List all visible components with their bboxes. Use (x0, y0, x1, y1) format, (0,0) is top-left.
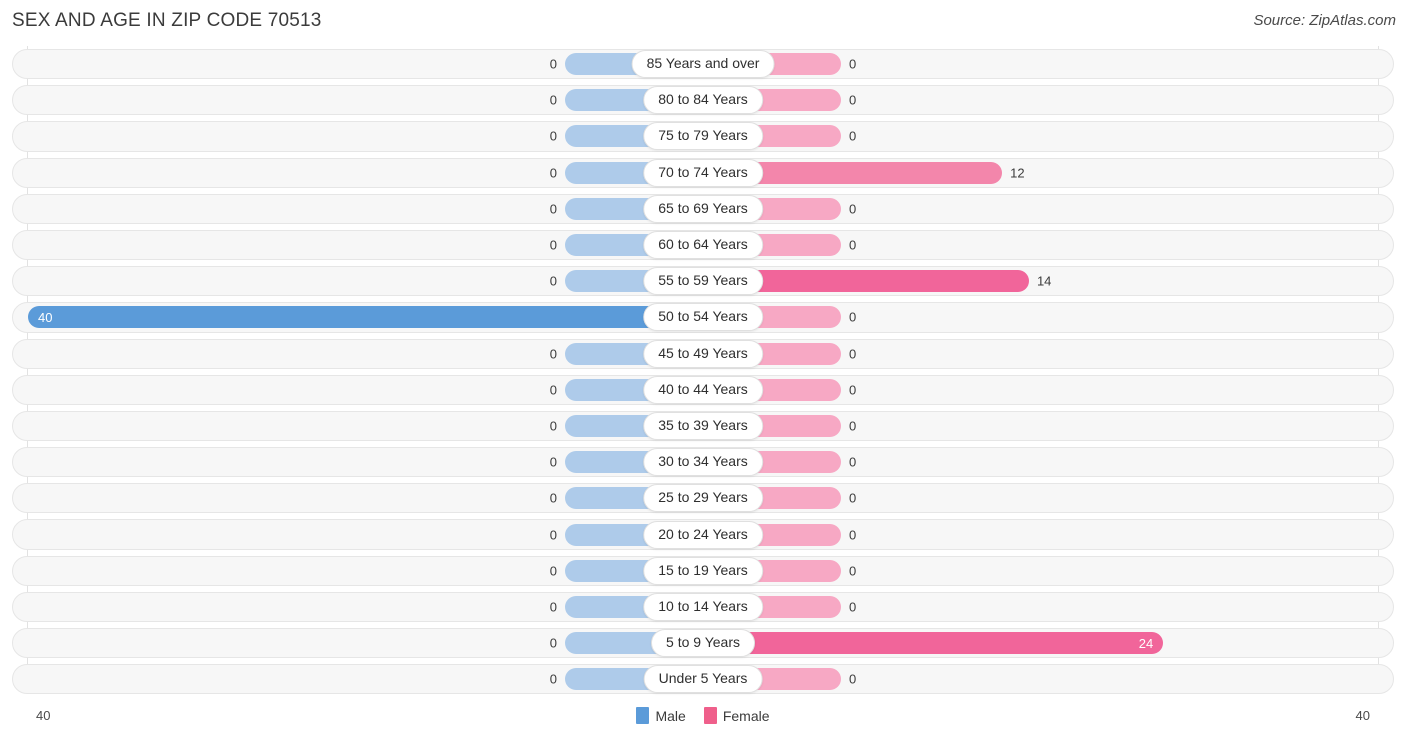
age-group-row: 0 0 85 Years and over (0, 46, 1406, 82)
male-value-label: 0 (549, 418, 557, 434)
legend-label: Female (722, 707, 770, 724)
age-group-label: 65 to 69 Years (643, 194, 763, 223)
age-group-label: 5 to 9 Years (651, 629, 755, 658)
age-group-row: 0 0 Under 5 Years (0, 661, 1406, 697)
age-group-label: 50 to 54 Years (643, 303, 763, 332)
male-value-label: 0 (549, 165, 557, 181)
age-group-row: 0 0 35 to 39 Years (0, 408, 1406, 444)
male-value-label: 0 (549, 599, 557, 615)
age-group-row: 0 0 20 to 24 Years (0, 516, 1406, 552)
age-group-label: 85 Years and over (631, 50, 775, 79)
age-group-row: 0 0 10 to 14 Years (0, 589, 1406, 625)
age-group-label: 10 to 14 Years (643, 592, 763, 621)
age-group-label: 35 to 39 Years (643, 411, 763, 440)
male-value-label: 0 (549, 346, 557, 362)
female-value-label: 0 (849, 599, 857, 615)
male-value-label: 0 (549, 56, 557, 72)
age-group-label: 30 to 34 Years (643, 448, 763, 477)
female-value-label: 0 (849, 237, 857, 253)
source-attribution: Source: ZipAtlas.com (1253, 12, 1396, 29)
age-group-row: 0 12 70 to 74 Years (0, 155, 1406, 191)
female-value-label: 24 (1138, 635, 1154, 651)
male-value-label: 0 (549, 382, 557, 398)
female-value-label: 0 (849, 346, 857, 362)
age-group-label: 70 to 74 Years (643, 158, 763, 187)
male-value-label: 0 (549, 237, 557, 253)
female-value-label: 0 (849, 382, 857, 398)
male-value-label: 0 (549, 527, 557, 543)
legend-item[interactable]: Male (636, 707, 686, 724)
age-group-label: Under 5 Years (643, 665, 763, 694)
age-group-label: 25 to 29 Years (643, 484, 763, 513)
age-group-row: 0 0 80 to 84 Years (0, 82, 1406, 118)
female-value-label: 0 (849, 201, 857, 217)
age-group-label: 55 to 59 Years (643, 267, 763, 296)
female-value-label: 14 (1036, 273, 1052, 289)
male-value-label: 0 (549, 454, 557, 470)
male-bar[interactable]: 40 (28, 306, 703, 329)
chart-header: SEX AND AGE IN ZIP CODE 70513 Source: Zi… (0, 0, 1406, 44)
male-value-label: 0 (549, 201, 557, 217)
age-group-row: 0 14 55 to 59 Years (0, 263, 1406, 299)
chart-page: SEX AND AGE IN ZIP CODE 70513 Source: Zi… (0, 0, 1406, 740)
male-value-label: 0 (549, 128, 557, 144)
age-group-label: 80 to 84 Years (643, 86, 763, 115)
male-value-label: 0 (549, 563, 557, 579)
female-value-label: 0 (849, 454, 857, 470)
age-group-label: 45 to 49 Years (643, 339, 763, 368)
age-group-row: 0 0 60 to 64 Years (0, 227, 1406, 263)
age-group-row: 0 24 5 to 9 Years (0, 625, 1406, 661)
female-value-label: 0 (849, 671, 857, 687)
female-value-label: 0 (849, 527, 857, 543)
female-value-label: 0 (849, 309, 857, 325)
female-value-label: 0 (849, 418, 857, 434)
legend-label: Male (655, 707, 686, 724)
female-value-label: 12 (1010, 165, 1025, 181)
age-group-label: 40 to 44 Years (643, 375, 763, 404)
male-value-label: 0 (549, 92, 557, 108)
age-group-label: 15 to 19 Years (643, 556, 763, 585)
female-bar[interactable]: 24 (703, 632, 1164, 655)
female-value-label: 0 (849, 92, 857, 108)
age-group-row: 0 0 25 to 29 Years (0, 480, 1406, 516)
chart-legend: Male Female (0, 707, 1406, 724)
male-value-label: 0 (549, 273, 557, 289)
age-group-row: 40 0 50 to 54 Years (0, 299, 1406, 335)
age-group-rows: 0 0 85 Years and over 0 0 80 to 84 Years 0 0 75 … (0, 46, 1406, 697)
age-group-label: 20 to 24 Years (643, 520, 763, 549)
female-value-label: 0 (849, 563, 857, 579)
male-value-label: 0 (549, 671, 557, 687)
female-value-label: 0 (849, 490, 857, 506)
legend-item[interactable]: Female (703, 707, 770, 724)
male-value-label: 40 (38, 309, 53, 325)
age-group-row: 0 0 40 to 44 Years (0, 372, 1406, 408)
age-group-row: 0 0 30 to 34 Years (0, 444, 1406, 480)
age-group-label: 60 to 64 Years (643, 231, 763, 260)
male-value-label: 0 (549, 635, 557, 651)
legend-swatch-icon (703, 707, 717, 724)
legend-swatch-icon (636, 707, 650, 724)
age-group-label: 75 to 79 Years (643, 122, 763, 151)
page-title: SEX AND AGE IN ZIP CODE 70513 (12, 10, 322, 31)
female-value-label: 0 (849, 56, 857, 72)
male-value-label: 0 (549, 490, 557, 506)
age-group-row: 0 0 45 to 49 Years (0, 336, 1406, 372)
age-group-row: 0 0 65 to 69 Years (0, 191, 1406, 227)
female-value-label: 0 (849, 128, 857, 144)
population-pyramid-plot: 0 0 85 Years and over 0 0 80 to 84 Years 0 0 75 … (0, 46, 1406, 698)
age-group-row: 0 0 75 to 79 Years (0, 118, 1406, 154)
chart-footer: 40 40 Male Female (0, 700, 1406, 740)
age-group-row: 0 0 15 to 19 Years (0, 553, 1406, 589)
